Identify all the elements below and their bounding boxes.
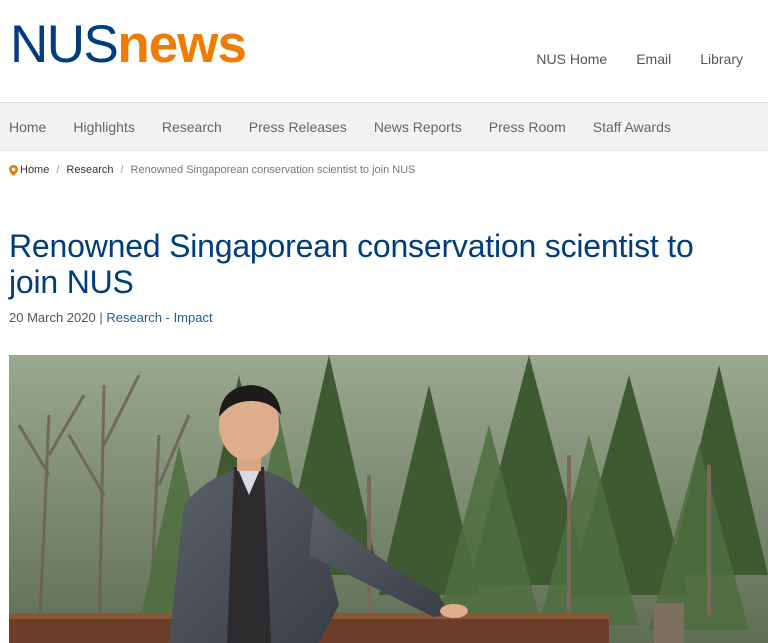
- main-nav: Home Highlights Research Press Releases …: [0, 102, 768, 151]
- utility-nav: NUS Home Email Library: [536, 51, 743, 67]
- breadcrumb-separator: /: [120, 164, 124, 176]
- nav-item-highlights[interactable]: Highlights: [64, 119, 143, 135]
- nav-item-staff-awards[interactable]: Staff Awards: [584, 119, 680, 135]
- logo-nus-text: NUS: [10, 15, 119, 74]
- email-link[interactable]: Email: [636, 51, 671, 67]
- logo-news-text: news: [117, 15, 247, 74]
- article-title: Renowned Singaporean conservation scient…: [9, 228, 694, 300]
- nav-item-press-releases[interactable]: Press Releases: [240, 119, 356, 135]
- map-pin-icon: [9, 164, 18, 176]
- nav-item-press-room[interactable]: Press Room: [480, 119, 575, 135]
- nus-home-link[interactable]: NUS Home: [536, 51, 607, 67]
- breadcrumb-separator: /: [56, 164, 60, 176]
- meta-separator: |: [99, 310, 103, 325]
- nav-item-home[interactable]: Home: [0, 119, 55, 135]
- article-hero-photo: [9, 355, 768, 643]
- article-date: 20 March 2020: [9, 310, 96, 325]
- breadcrumb-research-link[interactable]: Research: [66, 164, 113, 176]
- nus-news-logo[interactable]: NUS news: [10, 15, 247, 74]
- library-link[interactable]: Library: [700, 51, 743, 67]
- nav-item-research[interactable]: Research: [153, 119, 231, 135]
- site-header: NUS news NUS Home Email Library: [0, 0, 768, 102]
- article-category-link[interactable]: Research - Impact: [106, 310, 212, 325]
- article-meta: 20 March 2020 | Research - Impact: [9, 310, 213, 325]
- breadcrumb-current: Renowned Singaporean conservation scient…: [130, 164, 416, 176]
- breadcrumb-home-link[interactable]: Home: [20, 164, 49, 176]
- breadcrumb: Home / Research / Renowned Singaporean c…: [9, 164, 416, 176]
- nav-item-news-reports[interactable]: News Reports: [365, 119, 471, 135]
